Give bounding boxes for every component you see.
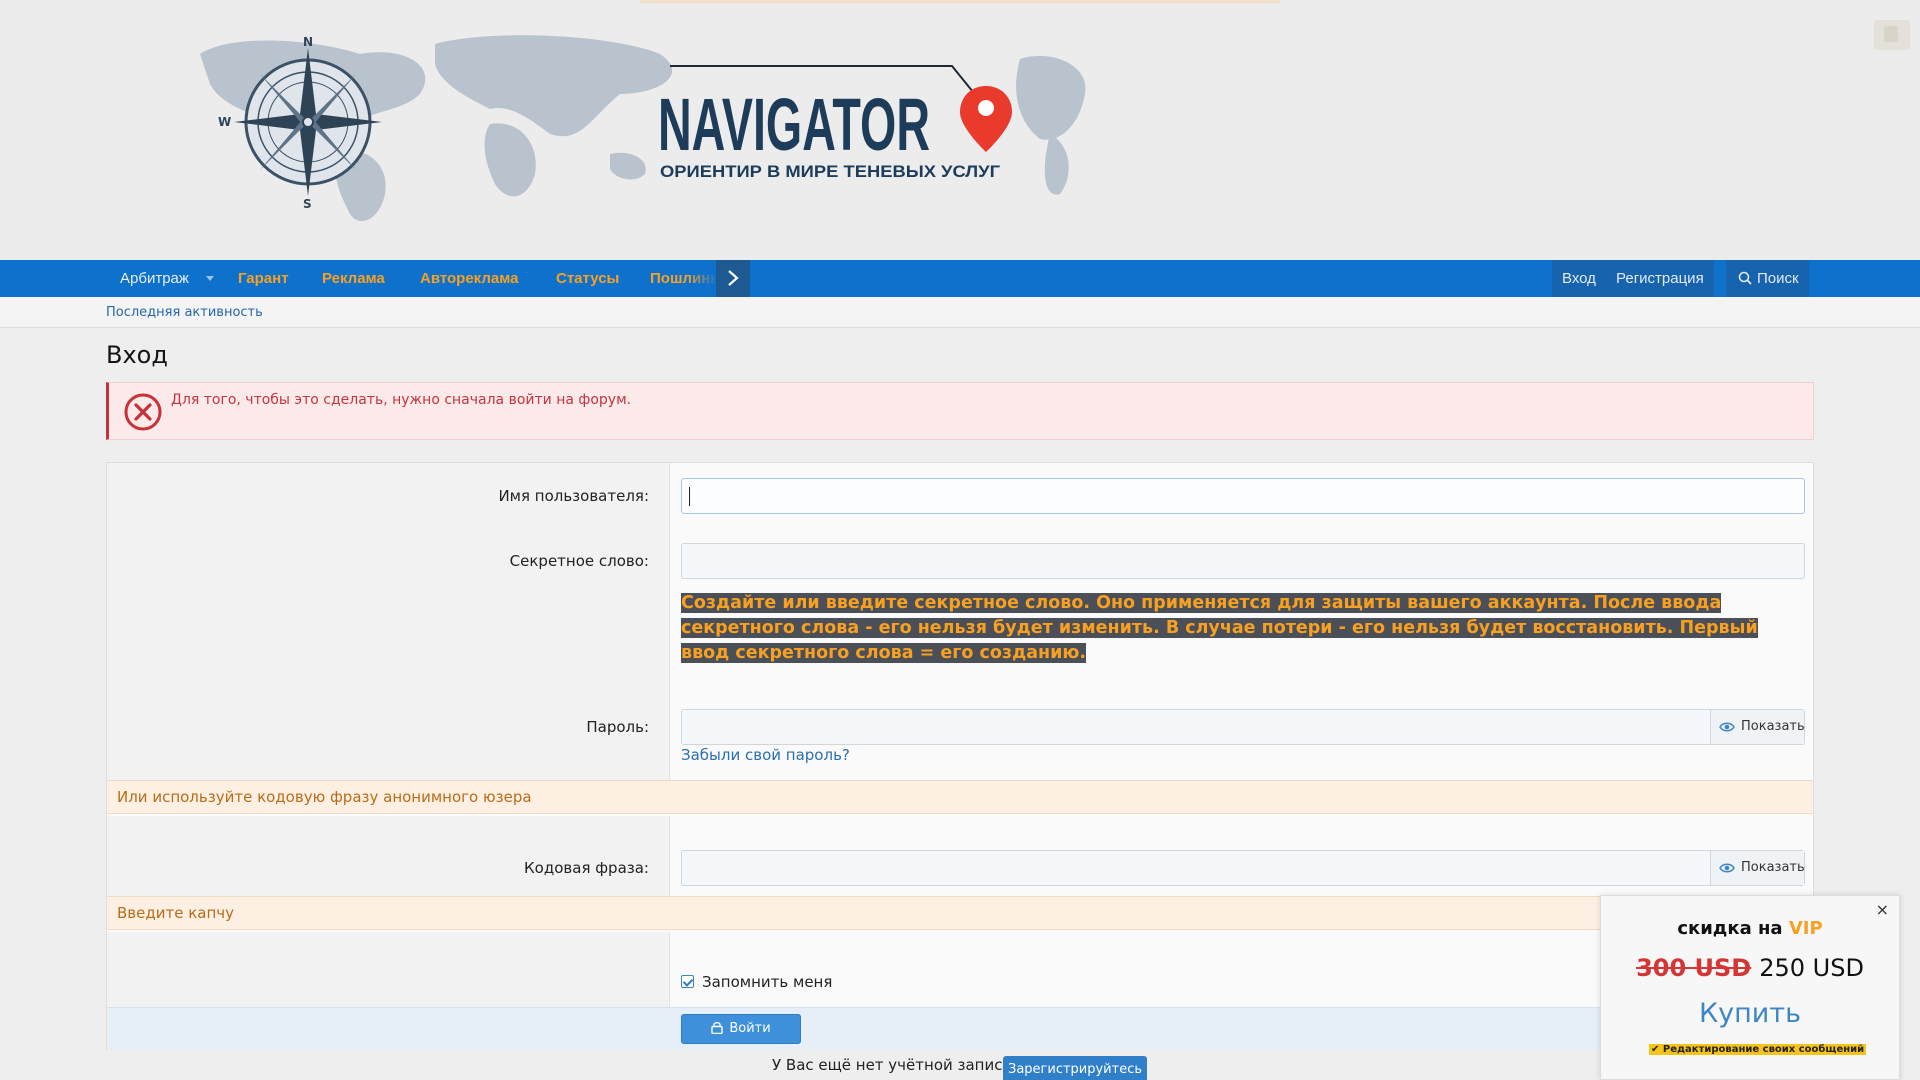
chevron-down-icon[interactable] — [206, 276, 214, 281]
form-label-column — [107, 816, 670, 896]
nav-item-autoreklama[interactable]: Автореклама — [420, 260, 518, 297]
login-submit-button[interactable]: Войти — [681, 1014, 801, 1044]
old-price: 300 USD — [1636, 954, 1752, 982]
main-navbar: Арбитраж Гарант Реклама Автореклама Стат… — [0, 260, 1920, 297]
nav-item-reklama[interactable]: Реклама — [322, 260, 385, 297]
error-x-icon — [124, 393, 162, 431]
vip-price: 300 USD 250 USD — [1601, 954, 1899, 982]
username-input[interactable] — [681, 478, 1805, 514]
nav-search-button[interactable]: Поиск — [1726, 260, 1809, 297]
anon-section-header: Или используйте кодовую фразу анонимного… — [107, 780, 1813, 814]
eye-icon — [1719, 722, 1735, 732]
error-message: Для того, чтобы это сделать, нужно снача… — [171, 392, 632, 408]
login-form: Имя пользователя: Секретное слово: Созда… — [106, 462, 1814, 1050]
chevron-right-icon — [728, 270, 739, 286]
brand-tagline: ОРИЕНТИР В МИРЕ ТЕНЕВЫХ УСЛУГ — [660, 162, 1000, 181]
code-phrase-label: Кодовая фраза: — [524, 859, 649, 877]
sub-navbar: Последняя активность — [0, 297, 1920, 328]
remember-me-checkbox[interactable]: Запомнить меня — [681, 973, 832, 991]
password-input[interactable]: Показать — [681, 709, 1805, 745]
vip-accent: VIP — [1788, 918, 1823, 939]
nav-login-link[interactable]: Вход — [1552, 260, 1606, 297]
form-label-column — [107, 932, 670, 1007]
vip-feature-badge: ✔ Редактирование своих сообщений — [1649, 1044, 1867, 1055]
page-title: Вход — [106, 341, 168, 369]
nav-scroll-right-button[interactable] — [716, 260, 750, 297]
search-icon — [1738, 271, 1752, 285]
corner-widget-icon[interactable] — [1874, 20, 1910, 50]
nav-item-garant[interactable]: Гарант — [238, 260, 289, 297]
submit-row: Войти — [107, 1007, 1813, 1050]
new-price: 250 USD — [1759, 954, 1864, 982]
svg-text:W: W — [218, 115, 231, 129]
checkbox-checked-icon[interactable] — [681, 975, 694, 988]
banner-top-line — [640, 0, 1280, 3]
svg-text:N: N — [303, 35, 313, 49]
header-banner: N S W NAVIGATOR ОРИЕНТИР В МИРЕ ТЕНЕВЫХ … — [0, 0, 1920, 260]
navigator-logo[interactable]: N S W NAVIGATOR ОРИЕНТИР В МИРЕ ТЕНЕВЫХ … — [190, 24, 1150, 234]
close-icon[interactable]: × — [1876, 900, 1889, 919]
username-label: Имя пользователя: — [498, 487, 649, 505]
eye-icon — [1719, 863, 1735, 873]
nav-fade — [686, 260, 718, 297]
password-label: Пароль: — [586, 718, 649, 736]
code-phrase-input[interactable]: Показать — [681, 850, 1805, 886]
lock-icon — [711, 1022, 724, 1035]
nav-item-arbitrage[interactable]: Арбитраж — [120, 260, 214, 297]
secret-word-input[interactable] — [681, 543, 1805, 579]
vip-buy-link[interactable]: Купить — [1601, 998, 1899, 1029]
map-pin-icon — [960, 86, 1012, 152]
svg-text:S: S — [303, 197, 312, 211]
nav-register-link[interactable]: Регистрация — [1606, 260, 1714, 297]
nav-item-statuses[interactable]: Статусы — [556, 260, 619, 297]
signup-button[interactable]: Зарегистрируйтесь — [1003, 1056, 1147, 1080]
secret-word-label: Секретное слово: — [509, 552, 649, 570]
signup-prompt: У Вас ещё нет учётной записи? — [772, 1056, 1021, 1074]
code-phrase-show-button[interactable]: Показать — [1710, 851, 1805, 885]
captcha-section-header: Введите капчу — [107, 896, 1813, 930]
forgot-password-link[interactable]: Забыли свой пароль? — [681, 746, 850, 764]
vip-popup-title: скидка на VIP — [1677, 918, 1823, 939]
brand-title: NAVIGATOR — [658, 83, 930, 166]
password-show-button[interactable]: Показать — [1710, 710, 1805, 744]
latest-activity-link[interactable]: Последняя активность — [106, 305, 263, 320]
secret-word-hint: Создайте или введите секретное слово. Он… — [681, 593, 1758, 663]
error-notice: Для того, чтобы это сделать, нужно снача… — [106, 382, 1814, 440]
vip-discount-popup: × скидка на VIP 300 USD 250 USD Купить ✔ … — [1600, 895, 1900, 1080]
